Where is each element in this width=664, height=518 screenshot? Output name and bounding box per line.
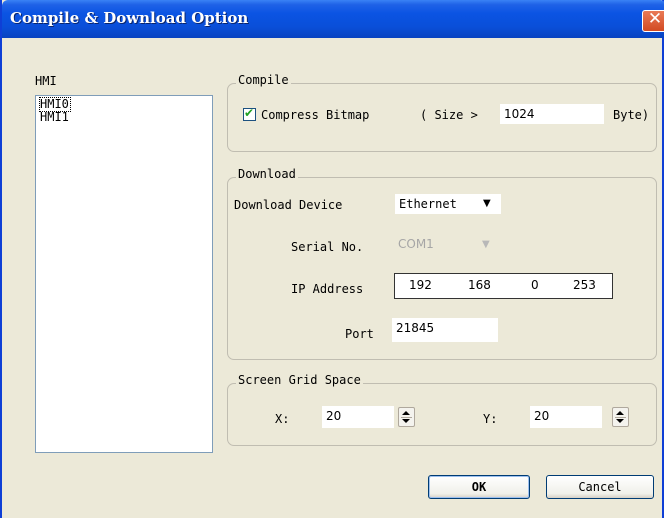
chevron-down-icon: ▼	[483, 198, 491, 209]
grid-y-input[interactable]: 20	[530, 406, 602, 428]
ip-address-input[interactable]: 192 168 0 253	[394, 273, 613, 299]
grid-x-input[interactable]: 20	[322, 406, 394, 428]
ip-octet-4[interactable]: 253	[573, 278, 596, 292]
grid-y-spinner[interactable]	[612, 407, 629, 427]
download-device-select[interactable]: Ethernet ▼	[395, 194, 501, 214]
compress-bitmap-checkbox[interactable]: ✔	[243, 106, 256, 121]
size-suffix-label: Byte)	[613, 108, 650, 122]
download-device-label: Download Device	[234, 198, 343, 212]
size-prefix-label: ( Size >	[420, 108, 478, 122]
ip-octet-2[interactable]: 168	[468, 278, 491, 292]
download-legend: Download	[236, 167, 298, 181]
port-label: Port	[345, 327, 374, 341]
download-device-value: Ethernet	[399, 197, 457, 211]
spinner-divider	[401, 417, 412, 418]
close-icon: ✕	[647, 9, 663, 29]
close-button[interactable]: ✕	[642, 9, 664, 32]
chevron-down-icon: ▼	[482, 239, 490, 250]
title-bar[interactable]: Compile & Download Option ✕	[2, 0, 664, 38]
ip-address-label: IP Address	[291, 282, 364, 296]
grid-y-label: Y:	[483, 412, 498, 426]
spin-up-icon	[402, 411, 410, 415]
spin-down-icon	[402, 419, 410, 423]
grid-x-spinner[interactable]	[398, 407, 415, 427]
spinner-divider	[615, 417, 626, 418]
dialog-window: Compile & Download Option ✕ HMI HMI0 HMI…	[0, 0, 664, 518]
port-input[interactable]: 21845	[392, 318, 498, 342]
checkmark-icon: ✔	[244, 106, 255, 120]
ip-octet-1[interactable]: 192	[409, 278, 432, 292]
list-item-hmi1[interactable]: HMI1	[40, 111, 208, 124]
compile-legend: Compile	[236, 73, 291, 87]
grid-x-label: X:	[275, 412, 290, 426]
compress-bitmap-label: Compress Bitmap	[261, 108, 370, 122]
hmi-list[interactable]: HMI0 HMI1	[35, 95, 213, 453]
spin-down-icon	[616, 419, 624, 423]
grid-space-legend: Screen Grid Space	[236, 373, 363, 387]
ip-octet-3[interactable]: 0	[531, 278, 539, 292]
ok-button[interactable]: OK	[428, 475, 530, 499]
window-title: Compile & Download Option	[10, 9, 249, 27]
bitmap-size-input[interactable]: 1024	[500, 104, 604, 124]
serial-no-select[interactable]: COM1 ▼	[394, 234, 500, 255]
serial-no-label: Serial No.	[291, 240, 364, 254]
serial-no-value: COM1	[398, 237, 434, 251]
cancel-button[interactable]: Cancel	[546, 475, 654, 499]
spin-up-icon	[616, 411, 624, 415]
hmi-label: HMI	[35, 74, 57, 88]
